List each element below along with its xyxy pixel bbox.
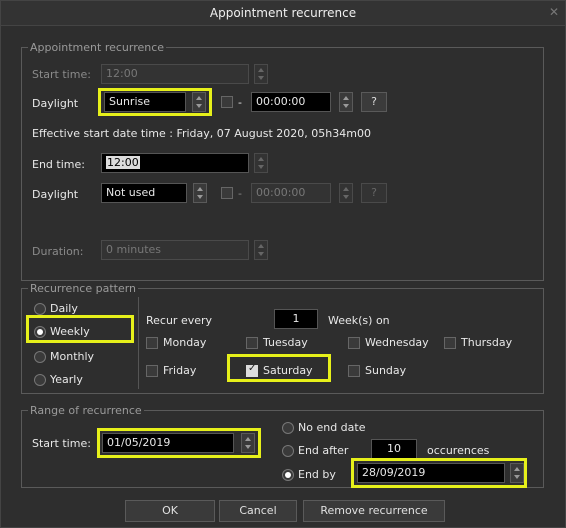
- duration-label: Duration:: [32, 245, 84, 258]
- start-time-label: Start time:: [32, 68, 91, 81]
- offset-end-time-field[interactable]: 00:00:00: [251, 183, 331, 203]
- dialog-title: Appointment recurrence: [209, 6, 357, 20]
- range-start-label: Start time:: [32, 437, 91, 450]
- yearly-label: Yearly: [50, 373, 83, 386]
- monday-checkbox[interactable]: [146, 337, 158, 349]
- pattern-divider: [138, 297, 139, 389]
- start-time-spinner[interactable]: [254, 64, 268, 84]
- monthly-radio[interactable]: [34, 351, 46, 363]
- no-end-date-radio[interactable]: [282, 422, 294, 434]
- close-icon[interactable]: ✕: [549, 5, 559, 19]
- offset-end-time-spinner[interactable]: [339, 183, 353, 203]
- end-after-field[interactable]: 10: [371, 439, 417, 459]
- offset-time-field[interactable]: 00:00:00: [251, 92, 331, 112]
- monday-label: Monday: [163, 336, 207, 349]
- friday-label: Friday: [163, 364, 197, 377]
- end-time-label: End time:: [32, 158, 85, 171]
- tuesday-label: Tuesday: [263, 336, 308, 349]
- daylight-end-dropdown-arrow[interactable]: [193, 183, 207, 203]
- daily-label: Daily: [50, 302, 78, 315]
- appointment-recurrence-dialog: Appointment recurrence ✕ Appointment rec…: [0, 0, 566, 528]
- daylight-highlight: [98, 88, 212, 116]
- offset-end-sign: -: [238, 187, 242, 200]
- occurrences-label: occurences: [427, 444, 490, 457]
- recur-every-label: Recur every: [146, 314, 213, 327]
- offset-checkbox[interactable]: [221, 96, 233, 108]
- offset-time-spinner[interactable]: [339, 92, 353, 112]
- range-legend: Range of recurrence: [30, 404, 142, 417]
- recurrence-pattern-legend: Recurrence pattern: [30, 282, 137, 295]
- sunday-label: Sunday: [365, 364, 407, 377]
- recur-every-field[interactable]: 1: [274, 309, 318, 329]
- friday-checkbox[interactable]: [146, 365, 158, 377]
- duration-spinner[interactable]: [254, 240, 268, 260]
- weekly-highlight: [26, 315, 134, 343]
- end-time-value: 12:00: [106, 156, 140, 169]
- end-by-highlight: [351, 458, 527, 488]
- effective-start-text: Effective start date time : Friday, 07 A…: [32, 127, 371, 140]
- saturday-highlight: [227, 354, 331, 382]
- thursday-checkbox[interactable]: [444, 337, 456, 349]
- remove-recurrence-button[interactable]: Remove recurrence: [303, 500, 445, 522]
- help-button[interactable]: ?: [361, 92, 387, 112]
- end-time-spinner[interactable]: [254, 153, 268, 173]
- sunday-checkbox[interactable]: [348, 365, 360, 377]
- end-by-label: End by: [298, 468, 336, 481]
- monthly-label: Monthly: [50, 350, 95, 363]
- daily-radio[interactable]: [34, 303, 46, 315]
- daylight-end-label: Daylight: [32, 188, 79, 201]
- yearly-radio[interactable]: [34, 374, 46, 386]
- end-by-radio[interactable]: [282, 469, 294, 481]
- offset-end-checkbox[interactable]: [221, 187, 233, 199]
- tuesday-checkbox[interactable]: [246, 337, 258, 349]
- end-time-field[interactable]: 12:00: [101, 153, 249, 173]
- wednesday-checkbox[interactable]: [348, 337, 360, 349]
- wednesday-label: Wednesday: [365, 336, 429, 349]
- duration-field[interactable]: 0 minutes: [101, 240, 249, 260]
- range-start-highlight: [97, 428, 261, 458]
- no-end-date-label: No end date: [298, 421, 366, 434]
- ok-button[interactable]: OK: [125, 500, 215, 522]
- appointment-recurrence-group: Appointment recurrence: [21, 41, 544, 281]
- daylight-end-select[interactable]: Not used: [101, 183, 187, 203]
- weeks-on-label: Week(s) on: [328, 314, 390, 327]
- end-after-radio[interactable]: [282, 445, 294, 457]
- start-time-field[interactable]: 12:00: [101, 64, 249, 84]
- appointment-recurrence-legend: Appointment recurrence: [30, 41, 165, 54]
- offset-sign: -: [238, 96, 242, 109]
- help-end-button[interactable]: ?: [361, 183, 387, 203]
- cancel-button[interactable]: Cancel: [219, 500, 297, 522]
- title-bar: Appointment recurrence ✕: [1, 1, 565, 26]
- end-after-label: End after: [298, 444, 349, 457]
- daylight-label: Daylight: [32, 97, 79, 110]
- thursday-label: Thursday: [461, 336, 513, 349]
